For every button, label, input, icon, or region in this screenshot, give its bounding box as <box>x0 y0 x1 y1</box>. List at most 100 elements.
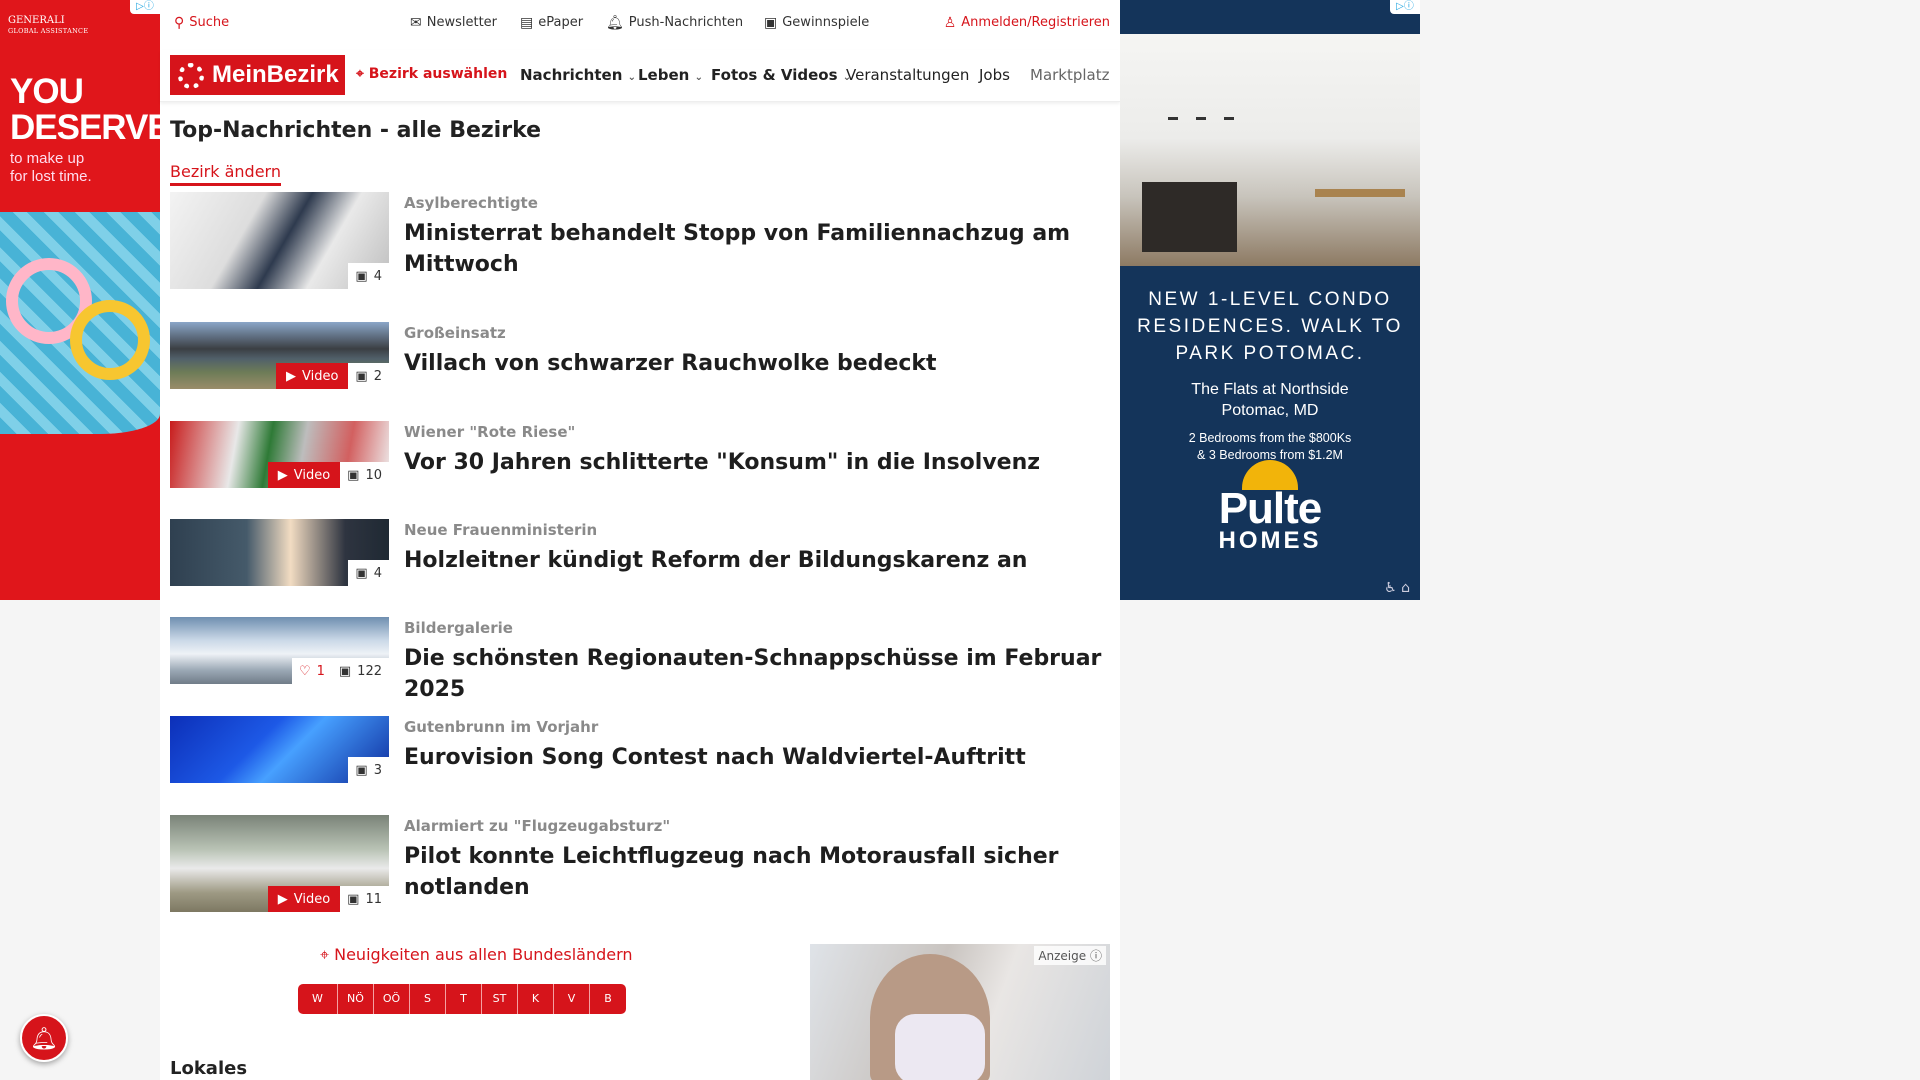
article-kicker: Wiener "Rote Riese" <box>404 423 576 441</box>
bell-icon: 🔔︎ <box>30 1027 58 1052</box>
article-thumbnail[interactable]: ▶ Video ▣ 11 <box>170 815 389 912</box>
article-teaser[interactable]: ▣ 4 Neue Frauenministerin Holzleitner kün… <box>170 519 1110 589</box>
article-teaser[interactable]: ▶ Video ▣ 2 Großeinsatz Villach von schwar… <box>170 322 1110 392</box>
ad-person-shirt <box>895 1014 985 1080</box>
article-headline[interactable]: Ministerrat behandelt Stopp von Familien… <box>404 218 1114 280</box>
article-thumbnail[interactable]: ♡ 1 ▣ 122 <box>170 617 389 684</box>
ad-brand: GENERALI GLOBAL ASSISTANCE <box>8 15 89 36</box>
location-pin-icon: ⌖ <box>356 66 369 82</box>
main-navigation: MeinBezirk ⌖ Bezirk auswählen Nachrichte… <box>160 50 1120 102</box>
article-headline[interactable]: Villach von schwarzer Rauchwolke bedeckt <box>404 348 1114 379</box>
camera-icon: ▣ <box>347 467 360 483</box>
article-headline[interactable]: Eurovision Song Contest nach Waldviertel… <box>404 742 1114 773</box>
nav-item-leben[interactable]: Leben ⌄ <box>638 66 703 84</box>
article-teaser[interactable]: ♡ 1 ▣ 122 Bildergalerie Die schönsten Regi… <box>170 617 1110 702</box>
article-kicker: Alarmiert zu "Flugzeugabsturz" <box>404 817 671 835</box>
heart-icon: ♡ <box>298 663 311 679</box>
like-count-badge: ♡ 1 <box>291 658 332 684</box>
article-kicker: Asylberechtigte <box>404 194 538 212</box>
ad-float-ring <box>70 300 150 380</box>
state-button-st[interactable]: ST <box>482 984 518 1014</box>
article-teaser[interactable]: ▶ Video ▣ 10 Wiener "Rote Riese" Vor 30 Ja… <box>170 421 1110 491</box>
photo-count-badge: ▣ 2 <box>348 363 389 389</box>
nav-item-marktplatz[interactable]: Marktplatz <box>1030 66 1120 84</box>
state-button-s[interactable]: S <box>410 984 446 1014</box>
nav-item-veranstaltungen[interactable]: Veranstaltungen <box>846 66 969 84</box>
article-kicker: Gutenbrunn im Vorjahr <box>404 718 599 736</box>
ad-logo: Pulte HOMES <box>1120 460 1420 553</box>
article-kicker: Großeinsatz <box>404 324 506 342</box>
photo-count-badge: ▣ 3 <box>348 757 389 783</box>
article-kicker: Neue Frauenministerin <box>404 521 598 539</box>
page-title: Top-Nachrichten - alle Bezirke <box>170 118 542 143</box>
nav-item-nachrichten[interactable]: Nachrichten ⌄ <box>520 66 636 84</box>
right-ad-banner[interactable]: ▷ⓘ NEW 1-LEVEL CONDO RESIDENCES. WALK TO… <box>1120 0 1420 600</box>
state-button-ooe[interactable]: OÖ <box>374 984 410 1014</box>
epaper-link[interactable]: ▤ ePaper <box>520 15 583 30</box>
state-button-b[interactable]: B <box>590 984 626 1014</box>
bezirk-select-button[interactable]: ⌖ Bezirk auswählen <box>356 66 507 82</box>
bundeslaender-link[interactable]: ⌖ Neuigkeiten aus allen Bundesländern <box>320 945 633 965</box>
adchoices-icon[interactable]: ▷ⓘ <box>130 0 160 14</box>
article-headline[interactable]: Vor 30 Jahren schlitterte "Konsum" in di… <box>404 447 1114 478</box>
article-headline[interactable]: Pilot konnte Leichtflugzeug nach Motorau… <box>404 841 1114 903</box>
state-button-noe[interactable]: NÖ <box>338 984 374 1014</box>
play-icon: ▶ <box>277 891 288 907</box>
article-headline[interactable]: Die schönsten Regionauten-Schnappschüsse… <box>404 643 1114 705</box>
push-notifications-link[interactable]: 🔔︎ Push-Nachrichten <box>606 15 743 30</box>
article-thumbnail[interactable]: ▣ 3 <box>170 716 389 783</box>
article-thumbnail[interactable]: ▶ Video ▣ 10 <box>170 421 389 488</box>
video-badge: ▶ Video <box>267 462 341 488</box>
left-ad-banner[interactable]: ▷ⓘ GENERALI GLOBAL ASSISTANCE YOU DESERV… <box>0 0 160 600</box>
newsletter-link[interactable]: ✉ Newsletter <box>410 15 497 30</box>
search-link[interactable]: ⚲ Suche <box>174 15 229 30</box>
state-button-w[interactable]: W <box>298 984 338 1014</box>
chevron-down-icon: ⌄ <box>627 72 637 83</box>
play-icon: ▶ <box>277 467 288 483</box>
nav-item-jobs[interactable]: Jobs <box>979 66 1010 84</box>
accessibility-icon: ♿ ⌂ <box>1384 580 1410 596</box>
site-logo[interactable]: MeinBezirk <box>170 55 345 95</box>
article-thumbnail[interactable]: ▶ Video ▣ 2 <box>170 322 389 389</box>
main-column: ⚲ Suche ✉ Newsletter ▤ ePaper 🔔︎ Push-Nachri… <box>160 0 1120 1080</box>
video-badge: ▶ Video <box>275 363 349 389</box>
video-badge: ▶ Video <box>267 886 341 912</box>
info-icon[interactable]: ⓘ <box>1090 949 1102 963</box>
state-button-t[interactable]: T <box>446 984 482 1014</box>
ad-interior-image <box>1120 34 1420 266</box>
ad-label: Anzeige ⓘ <box>1034 946 1106 965</box>
logo-sun-icon <box>178 63 204 89</box>
photo-count-badge: ▣ 122 <box>331 658 389 684</box>
notification-bell-button[interactable]: 🔔︎ <box>20 1014 68 1062</box>
user-icon: ♙ <box>943 14 957 31</box>
article-headline[interactable]: Holzleitner kündigt Reform der Bildungsk… <box>404 545 1114 576</box>
camera-icon: ▣ <box>355 762 368 778</box>
login-link[interactable]: ♙ Anmelden/Registrieren <box>944 15 1110 30</box>
nav-item-fotos-videos[interactable]: Fotos & Videos ⌄ <box>711 66 851 84</box>
article-kicker: Bildergalerie <box>404 619 513 637</box>
camera-icon: ▣ <box>347 891 360 907</box>
state-selector: W NÖ OÖ S T ST K V B <box>298 984 626 1014</box>
camera-icon: ▣ <box>338 663 352 679</box>
inline-ad[interactable]: Anzeige ⓘ <box>810 944 1110 1080</box>
article-teaser[interactable]: ▣ 4 Asylberechtigte Ministerrat behandelt… <box>170 192 1110 292</box>
chevron-down-icon: ⌄ <box>694 72 703 83</box>
ad-headline: NEW 1-LEVEL CONDO RESIDENCES. WALK TO PA… <box>1137 289 1403 364</box>
article-teaser[interactable]: ▣ 3 Gutenbrunn im Vorjahr Eurovision Song… <box>170 716 1110 786</box>
play-icon: ▶ <box>285 368 296 384</box>
bell-icon: 🔔︎ <box>606 14 624 31</box>
change-bezirk-link[interactable]: Bezirk ändern <box>170 162 281 186</box>
ad-headline: YOU DESERVE <box>10 72 160 147</box>
camera-icon: ▣ <box>355 368 368 384</box>
location-pin-icon: ⌖ <box>320 945 335 964</box>
section-heading-lokales: Lokales <box>170 1058 248 1079</box>
state-button-v[interactable]: V <box>554 984 590 1014</box>
state-button-k[interactable]: K <box>518 984 554 1014</box>
ad-subline: to make up for lost time. <box>10 150 92 185</box>
games-link[interactable]: ▣ Gewinnspiele <box>764 15 869 30</box>
newspaper-icon: ▤ <box>520 14 534 31</box>
article-thumbnail[interactable]: ▣ 4 <box>170 192 389 289</box>
article-teaser[interactable]: ▶ Video ▣ 11 Alarmiert zu "Flugzeugabsturz… <box>170 815 1110 915</box>
adchoices-icon[interactable]: ▷ⓘ <box>1390 0 1420 14</box>
article-thumbnail[interactable]: ▣ 4 <box>170 519 389 586</box>
